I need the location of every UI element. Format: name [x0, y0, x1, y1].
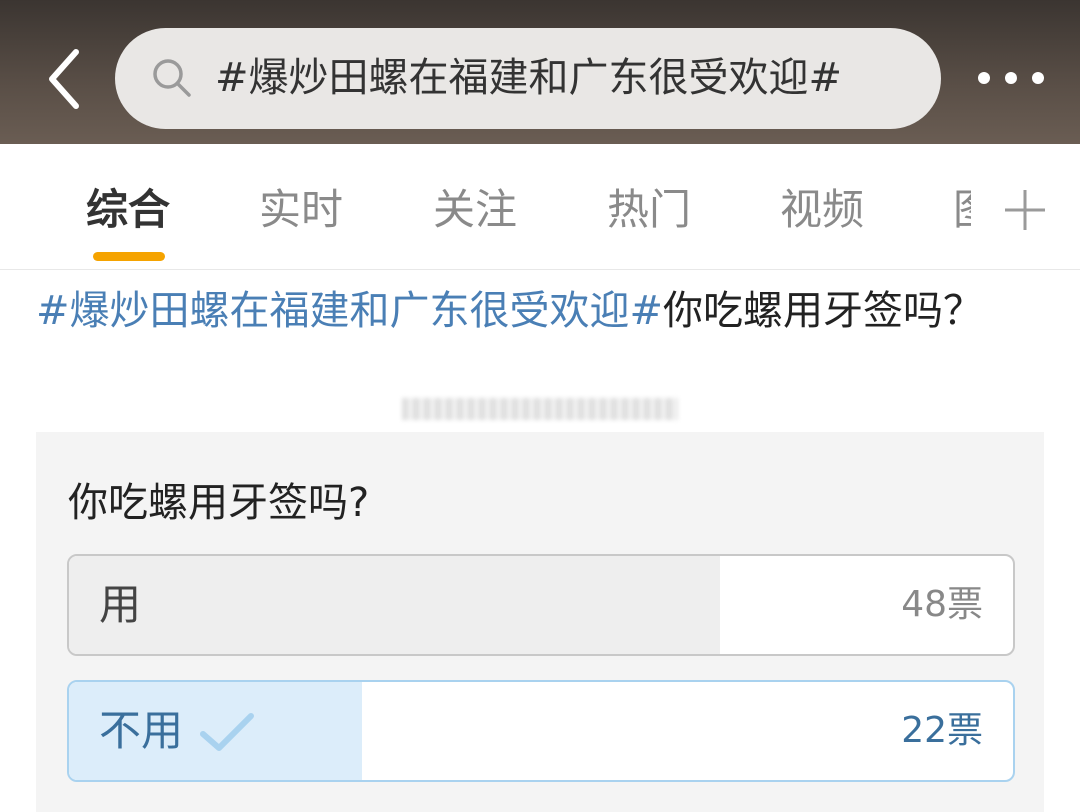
tab-bar: 综合 实时 关注 热门 视频 图	[0, 144, 1080, 270]
poll-option-not-use[interactable]: 不用 22票	[67, 680, 1015, 782]
more-horizontal-icon	[1032, 72, 1044, 84]
plus-icon	[1005, 190, 1045, 230]
tab-images[interactable]: 图	[953, 182, 971, 238]
check-icon	[200, 713, 254, 751]
chevron-left-icon	[49, 49, 79, 109]
back-button[interactable]	[40, 46, 90, 112]
poll-option-label: 不用	[99, 706, 184, 755]
poll-option-votes: 22票	[901, 710, 983, 751]
poll-option-votes: 48票	[901, 584, 983, 625]
search-input[interactable]: #爆炒田螺在福建和广东很受欢迎#	[115, 28, 941, 129]
more-horizontal-icon	[1005, 72, 1017, 84]
poll-card: 你吃螺用牙签吗? 用 48票 不用 22票	[36, 432, 1044, 812]
search-icon	[153, 59, 191, 97]
post-text: #爆炒田螺在福建和广东很受欢迎#你吃螺用牙签吗？	[36, 282, 1046, 340]
tab-video[interactable]: 视频	[780, 182, 864, 238]
poll-question: 你吃螺用牙签吗?	[68, 480, 370, 526]
search-query-text: #爆炒田螺在福建和广东很受欢迎#	[215, 55, 843, 101]
more-options-button[interactable]	[972, 58, 1052, 98]
topic-link[interactable]: #爆炒田螺在福建和广东很受欢迎#	[36, 288, 663, 334]
post-body: 你吃螺用牙签吗？	[663, 288, 984, 334]
poll-option-use[interactable]: 用 48票	[67, 554, 1015, 656]
active-tab-indicator	[93, 252, 165, 261]
poll-option-label: 用	[99, 580, 142, 629]
tab-realtime[interactable]: 实时	[259, 182, 343, 238]
blurred-content	[402, 398, 678, 420]
tab-overflow-clip: 图	[953, 182, 971, 242]
poll-option-fill	[69, 556, 721, 654]
top-bar: #爆炒田螺在福建和广东很受欢迎#	[0, 0, 1080, 144]
tab-hot[interactable]: 热门	[607, 182, 691, 238]
tab-following[interactable]: 关注	[433, 182, 517, 238]
more-horizontal-icon	[978, 72, 990, 84]
tab-comprehensive[interactable]: 综合	[86, 182, 170, 238]
add-tab-button[interactable]	[1003, 188, 1047, 232]
